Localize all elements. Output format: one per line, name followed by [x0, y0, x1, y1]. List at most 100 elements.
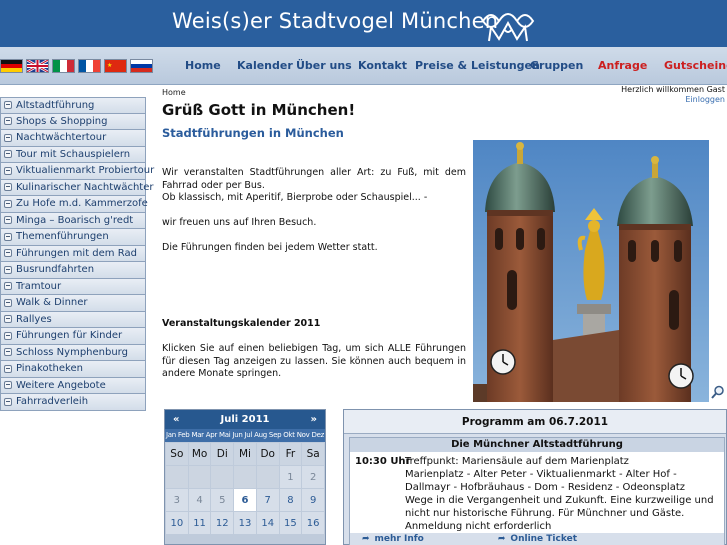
welcome-text: Herzlich willkommen Gast [621, 85, 725, 94]
nav-ueber-uns[interactable]: Über uns [296, 59, 352, 72]
sidebar-item-weitere-angebote[interactable]: Weitere Angebote [0, 377, 146, 394]
nav-kontakt[interactable]: Kontakt [358, 59, 407, 72]
sidebar-item-label: Altstadtführung [16, 99, 95, 111]
nav-gutscheine[interactable]: Gutscheine [664, 59, 727, 72]
nav-home[interactable]: Home [185, 59, 221, 72]
month-link[interactable]: Jun [232, 429, 242, 442]
calendar-day[interactable]: 8 [279, 489, 302, 511]
previous-month-button[interactable]: « [173, 414, 179, 425]
chinese-flag-icon[interactable]: ★ [104, 59, 127, 73]
next-month-button[interactable]: » [311, 414, 317, 425]
calendar-day-today[interactable]: 6 [234, 489, 256, 511]
sidebar-item-label: Zu Hofe m.d. Kammerzofe [16, 198, 148, 210]
breadcrumb[interactable]: Home [162, 88, 186, 97]
month-link[interactable]: Aug [254, 429, 267, 442]
calendar-day[interactable]: 11 [188, 512, 211, 534]
calendar-day[interactable]: 2 [302, 466, 324, 488]
sidebar-item-rallyes[interactable]: Rallyes [0, 311, 146, 328]
calendar-day[interactable]: 16 [302, 512, 324, 534]
sidebar-item-pinakotheken[interactable]: Pinakotheken [0, 361, 146, 378]
month-link[interactable]: Apr [206, 429, 218, 442]
page-icon [4, 298, 12, 307]
calendar-day[interactable]: 14 [256, 512, 279, 534]
calendar-description: Klicken Sie auf einen beliebigen Tag, um… [162, 343, 466, 379]
event-name[interactable]: Die Münchner Altstadtführung [350, 438, 724, 452]
sidebar-item-label: Rallyes [16, 313, 52, 325]
calendar-grid: So Mo Di Mi Do Fr Sa 1 2 3 4 5 6 7 8 9 1… [165, 442, 325, 535]
arrow-right-icon: ➦ [497, 534, 506, 544]
sidebar-item-rad[interactable]: Führungen mit dem Rad [0, 245, 146, 262]
calendar-day[interactable]: 12 [211, 512, 234, 534]
calendar-day-empty [211, 466, 234, 488]
more-info-label: mehr Info [374, 534, 424, 544]
sidebar-item-themenfuehrungen[interactable]: Themenführungen [0, 229, 146, 246]
nav-kalender[interactable]: Kalender [237, 59, 293, 72]
sidebar-item-nymphenburg[interactable]: Schloss Nymphenburg [0, 344, 146, 361]
weekday-label: Fr [279, 443, 302, 465]
sidebar-item-tramtour[interactable]: Tramtour [0, 278, 146, 295]
calendar-day[interactable]: 1 [279, 466, 302, 488]
nav-anfrage[interactable]: Anfrage [598, 59, 647, 72]
page-icon [4, 166, 12, 175]
sidebar-item-busrundfahrten[interactable]: Busrundfahrten [0, 262, 146, 279]
month-link[interactable]: Jul [245, 429, 253, 442]
nav-gruppen[interactable]: Gruppen [530, 59, 583, 72]
calendar-day[interactable]: 13 [234, 512, 256, 534]
sidebar-item-minga[interactable]: Minga – Boarisch g'redt [0, 212, 146, 229]
event-route: Marienplatz - Alter Peter - Viktualienma… [405, 469, 685, 493]
sidebar-item-kinder[interactable]: Führungen für Kinder [0, 328, 146, 345]
event-calendar: « Juli 2011 » Jan Feb Mar Apr Mai Jun Ju… [164, 409, 326, 545]
calendar-day[interactable]: 10 [166, 512, 188, 534]
sidebar-item-shops[interactable]: Shops & Shopping [0, 113, 146, 130]
sidebar-item-label: Führungen mit dem Rad [16, 247, 137, 259]
login-link[interactable]: Einloggen [621, 95, 725, 105]
month-link[interactable]: Mar [191, 429, 204, 442]
english-flag-icon[interactable] [26, 59, 49, 73]
event-links: ➦ mehr Info ➦ Online Ticket [350, 533, 724, 545]
page-icon [4, 183, 12, 192]
sidebar-item-label: Kulinarischer Nachtwächter [16, 181, 154, 193]
german-flag-icon[interactable] [0, 59, 23, 73]
event-registration-note: Anmeldung nicht erforderlich [405, 521, 552, 532]
program-panel: Programm am 06.7.2011 Die Münchner Altst… [343, 409, 727, 545]
month-link[interactable]: Nov [297, 429, 310, 442]
sidebar-item-altstadtfuehrung[interactable]: Altstadtführung [0, 97, 146, 114]
calendar-day[interactable]: 7 [256, 489, 279, 511]
magnifier-icon[interactable] [711, 385, 725, 399]
sidebar-item-nachtwaechtertour[interactable]: Nachtwächtertour [0, 130, 146, 147]
month-link[interactable]: Sep [269, 429, 282, 442]
sidebar-item-viktualienmarkt[interactable]: Viktualienmarkt Probiertour [0, 163, 154, 180]
russian-flag-icon[interactable] [130, 59, 153, 73]
page-icon [4, 315, 12, 324]
main-navigation: ★ Home Kalender Über uns Kontakt Preise … [0, 47, 727, 85]
event-meeting-point: Treffpunkt: Mariensäule auf dem Marienpl… [405, 456, 629, 467]
sidebar-item-label: Tramtour [16, 280, 62, 292]
sidebar-item-label: Pinakotheken [16, 363, 83, 375]
month-link[interactable]: Feb [178, 429, 190, 442]
sidebar-item-kulinarischer-nachtwaechter[interactable]: Kulinarischer Nachtwächter [0, 179, 154, 196]
nav-preise-leistungen[interactable]: Preise & Leistungen [415, 59, 540, 72]
month-link[interactable]: Jan [166, 429, 176, 442]
intro-paragraph: Wir veranstalten Stadtführungen aller Ar… [162, 167, 466, 205]
french-flag-icon[interactable] [78, 59, 101, 73]
calendar-day[interactable]: 5 [211, 489, 234, 511]
page-title: Grüß Gott in München! [162, 101, 356, 119]
sidebar-item-kammerzofe[interactable]: Zu Hofe m.d. Kammerzofe [0, 196, 148, 213]
sidebar-item-label: Shops & Shopping [16, 115, 108, 127]
more-info-link[interactable]: ➦ mehr Info [362, 533, 424, 545]
calendar-day[interactable]: 15 [279, 512, 302, 534]
event-description: Treffpunkt: Mariensäule auf dem Marienpl… [405, 455, 720, 533]
online-ticket-link[interactable]: ➦ Online Ticket [498, 533, 577, 545]
italian-flag-icon[interactable] [52, 59, 75, 73]
month-link[interactable]: Okt [283, 429, 295, 442]
sidebar-item-schauspieler[interactable]: Tour mit Schauspielern [0, 146, 146, 163]
sidebar-item-walk-dinner[interactable]: Walk & Dinner [0, 295, 146, 312]
calendar-day[interactable]: 9 [302, 489, 324, 511]
month-link[interactable]: Mai [219, 429, 231, 442]
month-link[interactable]: Dez [312, 429, 325, 442]
intro-paragraph: Die Führungen finden bei jedem Wetter st… [162, 242, 378, 253]
calendar-day[interactable]: 3 [166, 489, 188, 511]
calendar-day[interactable]: 4 [188, 489, 211, 511]
program-event: Die Münchner Altstadtführung 10:30 Uhr T… [349, 437, 725, 545]
sidebar-item-fahrradverleih[interactable]: Fahrradverleih [0, 394, 146, 411]
